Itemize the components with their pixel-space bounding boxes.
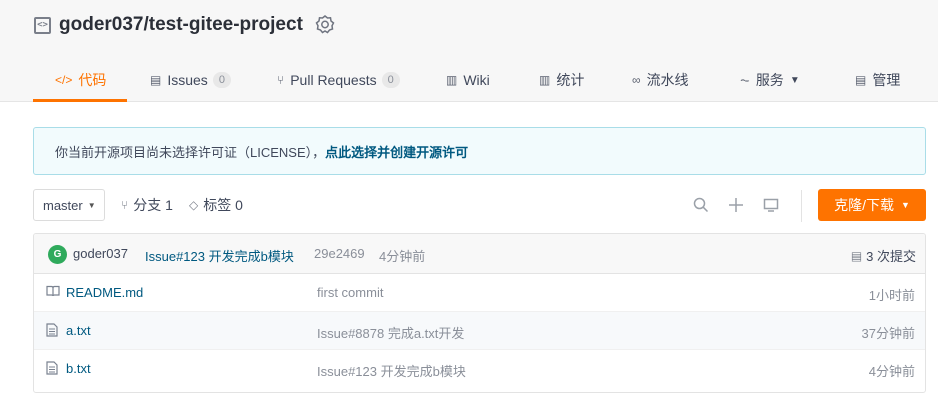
toolbar-divider — [801, 190, 802, 222]
pipeline-icon: ∞ — [632, 73, 641, 87]
commits-icon: ▤ — [850, 248, 863, 263]
wiki-icon: ▥ — [446, 73, 458, 87]
tab-services[interactable]: ⏦ 服务 ▼ — [740, 58, 800, 102]
file-time: 37分钟前 — [861, 326, 915, 341]
tab-pipeline[interactable]: ∞ 流水线 — [632, 58, 689, 102]
file-time: 1小时前 — [868, 288, 915, 303]
repo-header: <> goder037/test-gitee-project </> 代码 ▤ … — [0, 0, 938, 102]
commit-message[interactable]: Issue#123 开发完成b模块 — [145, 246, 294, 265]
pr-count-badge: 0 — [381, 72, 400, 88]
table-row[interactable]: README.md first commit 1小时前 — [34, 274, 925, 312]
file-list: G goder037 Issue#123 开发完成b模块 29e2469 4分钟… — [33, 233, 926, 393]
create-license-link[interactable]: 点此选择并创建开源许可 — [325, 142, 468, 161]
avatar[interactable]: G — [48, 245, 67, 264]
code-icon: </> — [55, 73, 73, 87]
tab-issues[interactable]: ▤ Issues 0 — [150, 58, 231, 102]
add-file-icon[interactable] — [727, 196, 745, 214]
caret-down-icon: ▼ — [87, 200, 96, 210]
tab-stats[interactable]: ▥ 统计 — [539, 58, 584, 102]
tags-label: 标签 0 — [203, 197, 243, 213]
tag-icon: ◇ — [189, 198, 199, 212]
tab-label: Pull Requests — [290, 72, 377, 88]
service-icon: ⏦ — [740, 72, 750, 87]
commit-author[interactable]: goder037 — [73, 246, 128, 261]
clone-button-label: 克隆/下载 — [834, 197, 894, 213]
license-notice-text: 你当前开源项目尚未选择许可证（LICENSE）， — [55, 144, 326, 160]
stats-icon: ▥ — [539, 73, 551, 87]
commit-count-link[interactable]: ▤ 3 次提交 — [851, 246, 916, 265]
license-notice: 你当前开源项目尚未选择许可证（LICENSE）， 点此选择并创建开源许可 — [33, 127, 926, 175]
commit-sha[interactable]: 29e2469 — [314, 246, 365, 261]
file-commit-message[interactable]: Issue#123 开发完成b模块 — [317, 361, 466, 380]
branch-selector[interactable]: master ▼ — [33, 189, 105, 221]
file-icon — [46, 361, 60, 376]
award-badge-icon[interactable] — [315, 15, 335, 35]
file-commit-message[interactable]: first commit — [317, 285, 383, 300]
table-row[interactable]: b.txt Issue#123 开发完成b模块 4分钟前 — [34, 350, 925, 388]
tab-manage[interactable]: ▤ 管理 — [855, 58, 900, 102]
tab-label: 代码 — [78, 72, 107, 88]
manage-icon: ▤ — [855, 73, 867, 87]
chevron-down-icon: ▼ — [789, 74, 800, 86]
file-time: 4分钟前 — [868, 364, 915, 379]
readme-icon — [46, 285, 60, 300]
file-icon — [46, 323, 60, 338]
commit-time: 4分钟前 — [379, 249, 426, 264]
latest-commit-bar: G goder037 Issue#123 开发完成b模块 29e2469 4分钟… — [34, 234, 925, 274]
repo-name[interactable]: goder037/test-gitee-project — [59, 14, 303, 36]
tab-label: Issues — [167, 72, 208, 88]
clone-download-button[interactable]: 克隆/下载 ▼ — [818, 189, 926, 221]
tab-code[interactable]: </> 代码 — [55, 58, 106, 102]
table-row[interactable]: a.txt Issue#8878 完成a.txt开发 37分钟前 — [34, 312, 925, 350]
file-name[interactable]: b.txt — [66, 361, 91, 376]
repo-title-bar: <> goder037/test-gitee-project — [34, 12, 335, 38]
branches-label: 分支 1 — [133, 197, 173, 213]
file-name[interactable]: README.md — [66, 285, 143, 300]
issues-count-badge: 0 — [212, 72, 231, 88]
file-name[interactable]: a.txt — [66, 323, 91, 338]
file-commit-message[interactable]: Issue#8878 完成a.txt开发 — [317, 323, 464, 342]
tab-label: 服务 — [755, 72, 784, 88]
tab-label: Wiki — [463, 72, 490, 88]
branch-name: master — [43, 197, 83, 213]
tab-label: 管理 — [872, 72, 901, 88]
tab-label: 统计 — [556, 72, 585, 88]
branch-icon: ⑂ — [121, 198, 129, 212]
tab-wiki[interactable]: ▥ Wiki — [446, 58, 490, 102]
caret-down-icon: ▼ — [900, 200, 910, 210]
pull-request-icon: ⑂ — [277, 73, 285, 87]
tab-pull-requests[interactable]: ⑂ Pull Requests 0 — [277, 58, 400, 102]
active-tab-indicator — [33, 99, 127, 102]
tags-link[interactable]: ◇ 标签 0 — [189, 189, 243, 221]
issues-icon: ▤ — [150, 73, 162, 87]
commit-count-label: 3 次提交 — [866, 249, 916, 264]
branches-link[interactable]: ⑂ 分支 1 — [121, 189, 173, 221]
web-ide-icon[interactable] — [762, 196, 780, 214]
tab-label: 流水线 — [646, 72, 689, 88]
search-icon[interactable] — [692, 196, 710, 214]
code-brackets-icon: <> — [34, 16, 51, 34]
